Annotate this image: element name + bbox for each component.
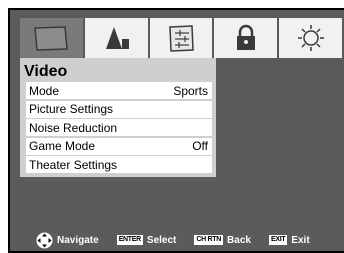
menu-item-label: Noise Reduction <box>29 120 118 135</box>
menu-item-label: Theater Settings <box>29 157 118 172</box>
hint-back: CH RTN Back <box>194 235 251 246</box>
hint-label: Back <box>227 234 251 246</box>
tv-screen: Video Mode Sports Picture Settings Noise… <box>8 8 344 253</box>
lock-icon <box>236 24 255 50</box>
button-hint-bar: Navigate ENTER Select CH RTN Back EXIT E… <box>18 230 338 250</box>
panel-title: Video <box>24 63 68 80</box>
settings-icon <box>169 25 194 52</box>
dpad-icon <box>36 232 53 248</box>
menu-item-value: Sports <box>173 83 208 98</box>
hint-exit: EXIT Exit <box>268 234 310 246</box>
hint-navigate: Navigate <box>36 232 99 249</box>
tab-sound[interactable] <box>84 18 148 58</box>
menu-item-value: Off <box>192 139 208 153</box>
ch-rtn-key-icon: CH RTN <box>194 235 224 245</box>
menu-item-label: Game Mode <box>29 139 96 153</box>
picture-icon <box>34 26 69 51</box>
hint-label: Navigate <box>57 234 99 246</box>
video-menu-panel: Video Mode Sports Picture Settings Noise… <box>20 58 216 177</box>
sound-icon <box>106 27 130 49</box>
enter-key-icon: ENTER <box>116 235 143 245</box>
tab-picture[interactable] <box>20 18 83 58</box>
setup-icon <box>297 25 324 51</box>
hint-select: ENTER Select <box>116 234 177 246</box>
hint-label: Exit <box>291 234 310 246</box>
menu-item-theater-settings[interactable]: Theater Settings <box>26 156 212 173</box>
tab-settings[interactable] <box>149 18 213 58</box>
menu-tab-bar <box>20 18 344 58</box>
tab-setup[interactable] <box>279 18 342 58</box>
menu-item-label: Mode <box>29 83 60 98</box>
tab-lock[interactable] <box>214 18 278 58</box>
menu-item-noise-reduction[interactable]: Noise Reduction <box>26 119 212 136</box>
menu-item-label: Picture Settings <box>29 102 114 116</box>
video-menu-list: Mode Sports Picture Settings Noise Reduc… <box>26 82 212 175</box>
menu-item-game-mode[interactable]: Game Mode Off <box>26 137 212 155</box>
hint-label: Select <box>146 234 177 246</box>
menu-item-picture-settings[interactable]: Picture Settings <box>26 100 212 118</box>
osd-menu: Video Mode Sports Picture Settings Noise… <box>10 10 344 251</box>
menu-item-mode[interactable]: Mode Sports <box>26 82 212 99</box>
exit-key-icon: EXIT <box>268 235 288 245</box>
